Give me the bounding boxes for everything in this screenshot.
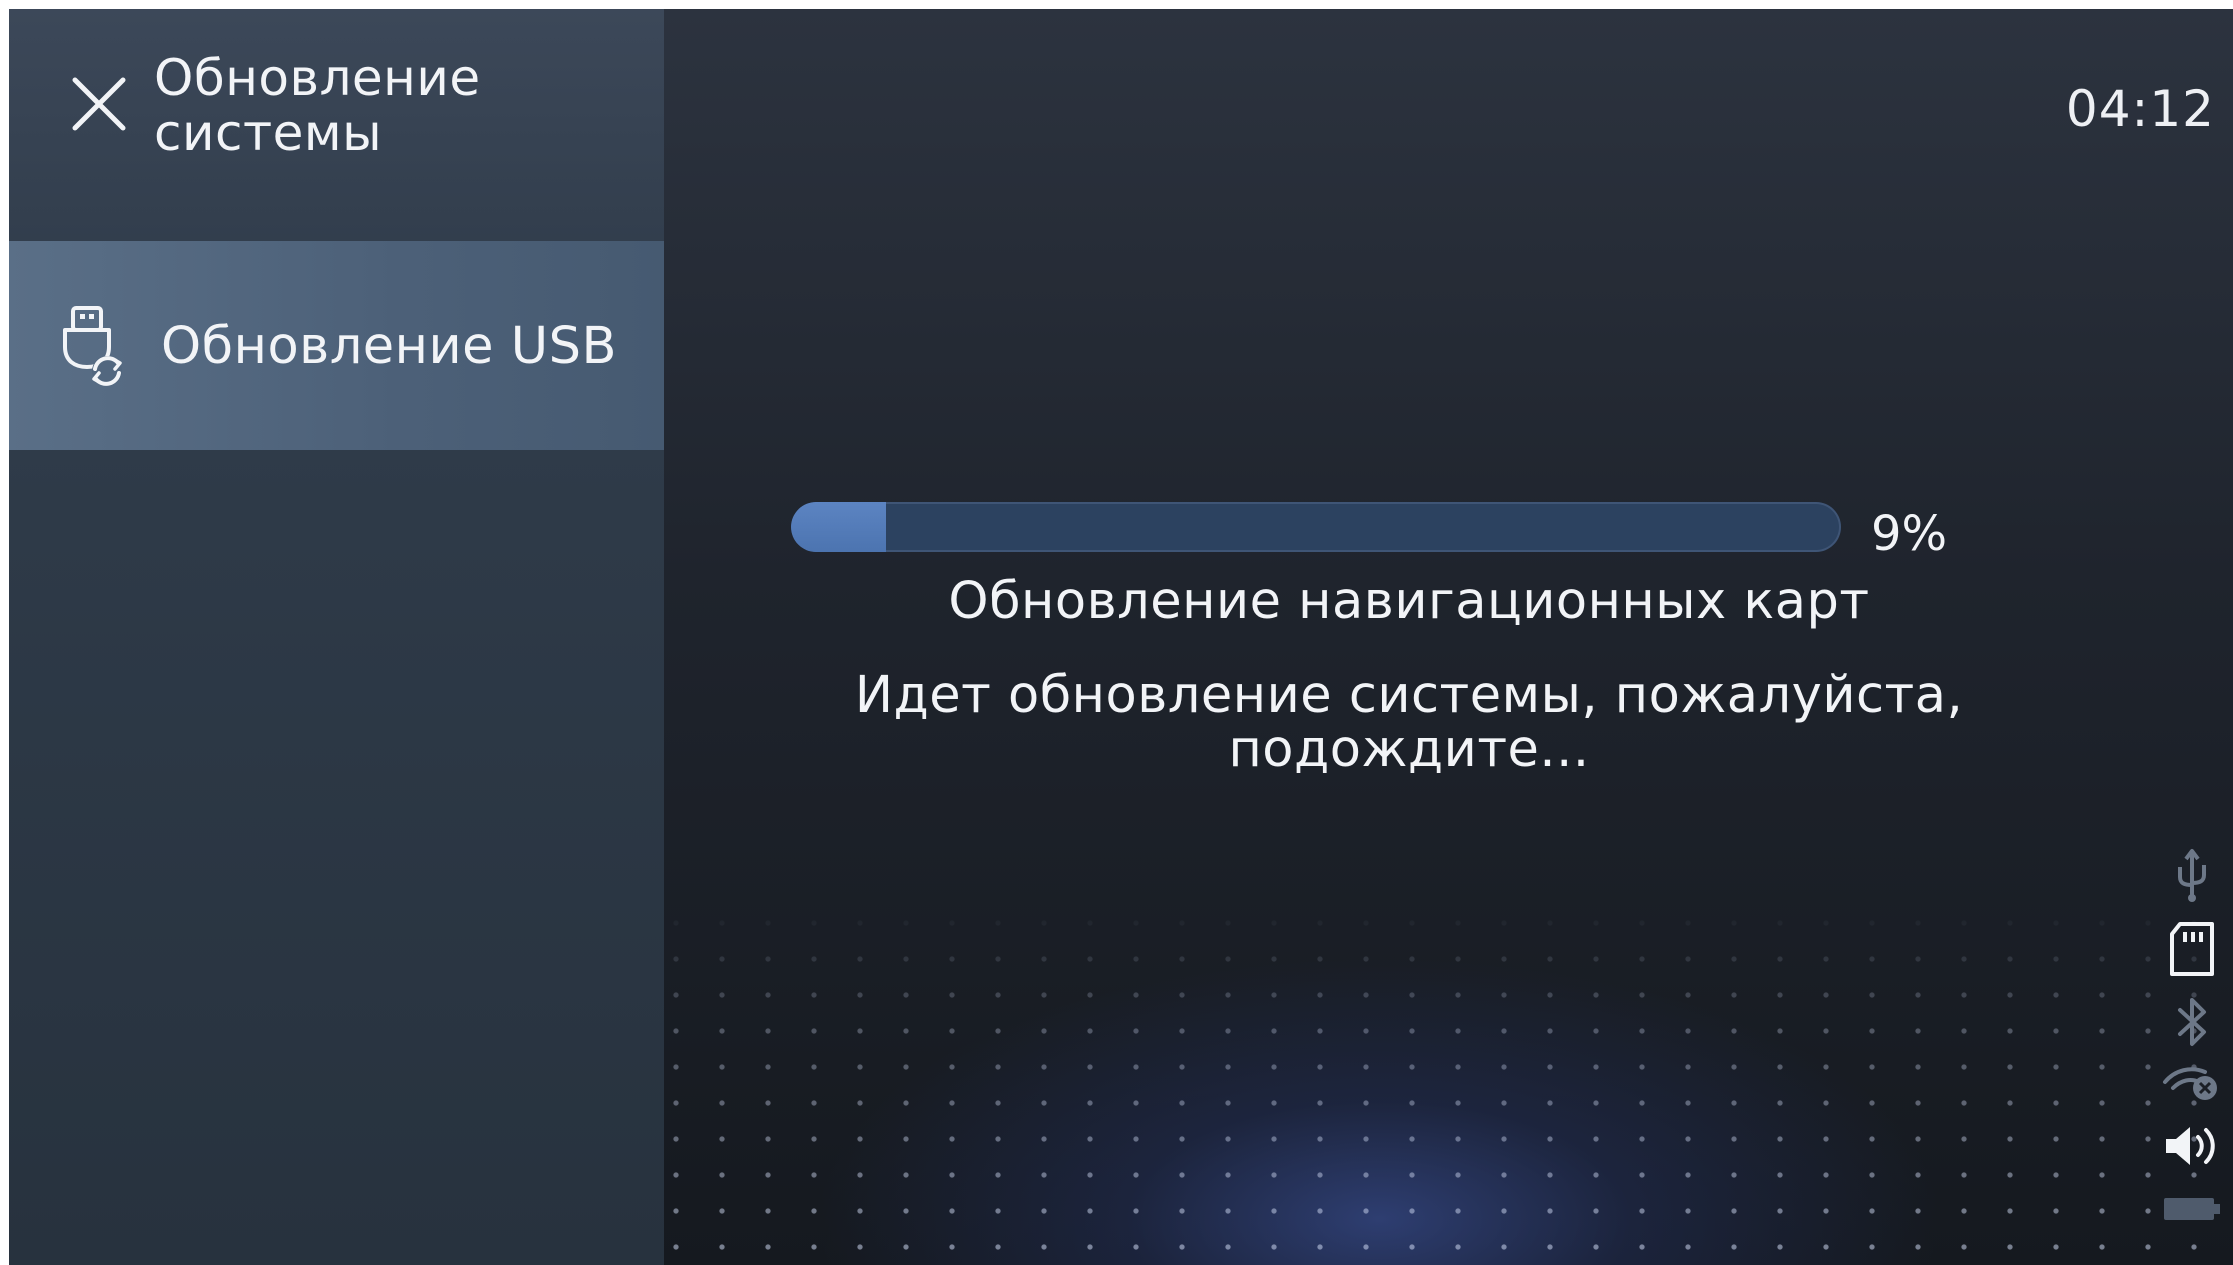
- progress-bar: [791, 502, 1841, 552]
- battery-icon: [2157, 1189, 2227, 1229]
- page-title: Обновление системы: [154, 49, 481, 162]
- clock: 04:12: [2065, 80, 2215, 138]
- sidebar-item-usb-update[interactable]: Обновление USB: [9, 241, 664, 450]
- usb-icon: [2157, 845, 2227, 905]
- bluetooth-icon: [2157, 992, 2227, 1052]
- update-status-message: Идет обновление системы, пожалуйста, под…: [854, 666, 1964, 779]
- connection-off-icon: [2157, 1059, 2227, 1107]
- update-status-title: Обновление навигационных карт: [948, 572, 1870, 631]
- close-icon: [72, 77, 126, 131]
- sidebar-header: Обновление системы: [9, 9, 664, 241]
- usb-refresh-icon: [49, 303, 134, 393]
- screen: Обновление системы Обновление USB 04:12: [9, 9, 2233, 1265]
- volume-icon: [2157, 1118, 2227, 1174]
- progress-bar-fill: [791, 502, 886, 552]
- sidebar-item-label: Обновление USB: [161, 317, 617, 376]
- progress-percent: 9%: [1871, 506, 1948, 562]
- sd-card-icon: [2157, 919, 2227, 979]
- close-button[interactable]: [59, 64, 139, 144]
- sidebar: Обновление системы Обновление USB: [9, 9, 664, 1265]
